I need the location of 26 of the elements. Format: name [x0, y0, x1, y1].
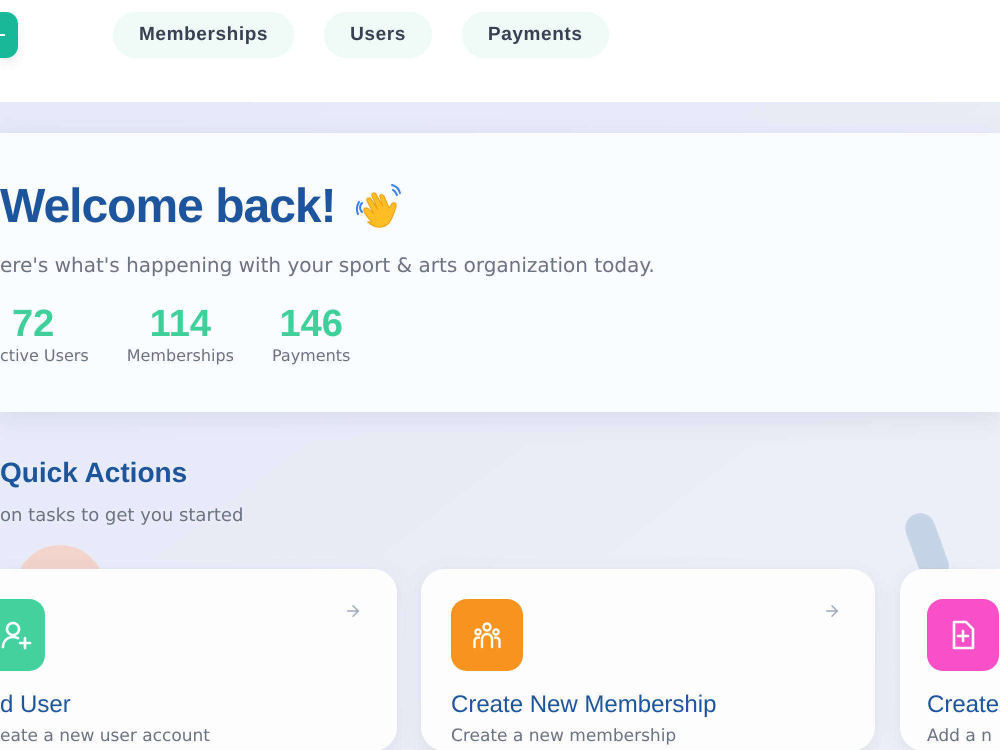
card-description: Create a new membership	[451, 725, 678, 747]
stat-label: ctive Users	[0, 345, 89, 367]
dash-icon	[0, 34, 5, 36]
action-card[interactable]: d User eate a new user account	[0, 569, 397, 750]
stat-value: 114	[150, 303, 211, 345]
action-button[interactable]	[0, 12, 18, 58]
card-description: Add a n	[927, 725, 993, 747]
nav-tab[interactable]: Payments	[462, 12, 608, 58]
stat-label: Payments	[272, 345, 350, 367]
card-title: Create	[927, 691, 1000, 719]
card-title: d User	[0, 691, 72, 719]
stat-value: 146	[279, 303, 343, 345]
arrow-right-icon	[344, 602, 362, 620]
action-card[interactable]: Create New Membership Create a new membership	[421, 569, 875, 750]
welcome-subtitle: ere's what's happening with your sport & arts organization today.	[0, 252, 656, 279]
nav-tab[interactable]: Users	[324, 12, 432, 58]
arrow-right-icon	[823, 602, 841, 620]
stat-label: Memberships	[126, 345, 234, 367]
section-title: Quick Actions	[0, 456, 188, 490]
card-description: eate a new user account	[0, 725, 211, 747]
nav-tab[interactable]: Memberships	[113, 12, 294, 58]
section-subtitle: on tasks to get you started	[0, 504, 244, 528]
action-card[interactable]: Create Add a n	[900, 569, 1000, 750]
welcome-title: Welcome back!	[0, 179, 336, 235]
card-title: Create New Membership	[451, 691, 718, 719]
stat-value: 72	[12, 303, 54, 345]
